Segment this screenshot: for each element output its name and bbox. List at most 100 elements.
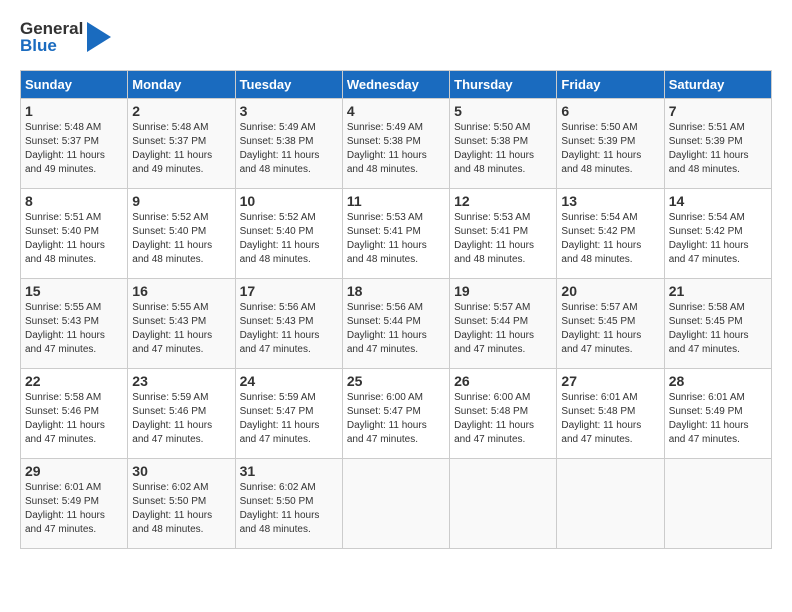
day-number: 31 bbox=[240, 463, 338, 479]
day-info: Sunrise: 5:57 AMSunset: 5:45 PMDaylight:… bbox=[561, 301, 659, 357]
week-row-5: 29 Sunrise: 6:01 AMSunset: 5:49 PMDaylig… bbox=[21, 459, 772, 549]
week-row-3: 15 Sunrise: 5:55 AMSunset: 5:43 PMDaylig… bbox=[21, 279, 772, 369]
day-info: Sunrise: 5:53 AMSunset: 5:41 PMDaylight:… bbox=[347, 211, 445, 267]
day-number: 15 bbox=[25, 283, 123, 299]
day-info: Sunrise: 5:50 AMSunset: 5:38 PMDaylight:… bbox=[454, 121, 552, 177]
day-number: 7 bbox=[669, 103, 767, 119]
calendar-cell: 23 Sunrise: 5:59 AMSunset: 5:46 PMDaylig… bbox=[128, 369, 235, 459]
day-info: Sunrise: 6:01 AMSunset: 5:49 PMDaylight:… bbox=[25, 481, 123, 537]
header-row: SundayMondayTuesdayWednesdayThursdayFrid… bbox=[21, 71, 772, 99]
day-number: 14 bbox=[669, 193, 767, 209]
calendar-cell: 18 Sunrise: 5:56 AMSunset: 5:44 PMDaylig… bbox=[342, 279, 449, 369]
calendar-cell: 30 Sunrise: 6:02 AMSunset: 5:50 PMDaylig… bbox=[128, 459, 235, 549]
day-number: 12 bbox=[454, 193, 552, 209]
calendar-cell: 19 Sunrise: 5:57 AMSunset: 5:44 PMDaylig… bbox=[450, 279, 557, 369]
logo-general-text: General bbox=[20, 20, 83, 37]
day-number: 18 bbox=[347, 283, 445, 299]
calendar-header: SundayMondayTuesdayWednesdayThursdayFrid… bbox=[21, 71, 772, 99]
calendar-cell: 27 Sunrise: 6:01 AMSunset: 5:48 PMDaylig… bbox=[557, 369, 664, 459]
day-info: Sunrise: 5:56 AMSunset: 5:43 PMDaylight:… bbox=[240, 301, 338, 357]
day-number: 22 bbox=[25, 373, 123, 389]
day-number: 4 bbox=[347, 103, 445, 119]
header-day-monday: Monday bbox=[128, 71, 235, 99]
header-day-thursday: Thursday bbox=[450, 71, 557, 99]
calendar-cell: 24 Sunrise: 5:59 AMSunset: 5:47 PMDaylig… bbox=[235, 369, 342, 459]
day-info: Sunrise: 6:00 AMSunset: 5:48 PMDaylight:… bbox=[454, 391, 552, 447]
day-number: 28 bbox=[669, 373, 767, 389]
week-row-4: 22 Sunrise: 5:58 AMSunset: 5:46 PMDaylig… bbox=[21, 369, 772, 459]
calendar-cell: 29 Sunrise: 6:01 AMSunset: 5:49 PMDaylig… bbox=[21, 459, 128, 549]
day-number: 11 bbox=[347, 193, 445, 209]
calendar-cell: 14 Sunrise: 5:54 AMSunset: 5:42 PMDaylig… bbox=[664, 189, 771, 279]
calendar-cell: 3 Sunrise: 5:49 AMSunset: 5:38 PMDayligh… bbox=[235, 99, 342, 189]
day-info: Sunrise: 5:54 AMSunset: 5:42 PMDaylight:… bbox=[669, 211, 767, 267]
calendar-cell: 26 Sunrise: 6:00 AMSunset: 5:48 PMDaylig… bbox=[450, 369, 557, 459]
day-number: 5 bbox=[454, 103, 552, 119]
calendar-cell: 6 Sunrise: 5:50 AMSunset: 5:39 PMDayligh… bbox=[557, 99, 664, 189]
day-info: Sunrise: 5:58 AMSunset: 5:45 PMDaylight:… bbox=[669, 301, 767, 357]
day-info: Sunrise: 5:55 AMSunset: 5:43 PMDaylight:… bbox=[132, 301, 230, 357]
calendar-cell: 16 Sunrise: 5:55 AMSunset: 5:43 PMDaylig… bbox=[128, 279, 235, 369]
calendar-cell bbox=[557, 459, 664, 549]
header: General Blue bbox=[20, 20, 772, 54]
calendar-cell: 12 Sunrise: 5:53 AMSunset: 5:41 PMDaylig… bbox=[450, 189, 557, 279]
header-day-saturday: Saturday bbox=[664, 71, 771, 99]
day-info: Sunrise: 5:51 AMSunset: 5:40 PMDaylight:… bbox=[25, 211, 123, 267]
day-info: Sunrise: 5:49 AMSunset: 5:38 PMDaylight:… bbox=[347, 121, 445, 177]
week-row-1: 1 Sunrise: 5:48 AMSunset: 5:37 PMDayligh… bbox=[21, 99, 772, 189]
day-number: 8 bbox=[25, 193, 123, 209]
day-info: Sunrise: 5:51 AMSunset: 5:39 PMDaylight:… bbox=[669, 121, 767, 177]
calendar-cell: 4 Sunrise: 5:49 AMSunset: 5:38 PMDayligh… bbox=[342, 99, 449, 189]
calendar-cell bbox=[450, 459, 557, 549]
day-info: Sunrise: 6:01 AMSunset: 5:48 PMDaylight:… bbox=[561, 391, 659, 447]
day-info: Sunrise: 5:56 AMSunset: 5:44 PMDaylight:… bbox=[347, 301, 445, 357]
calendar-cell: 10 Sunrise: 5:52 AMSunset: 5:40 PMDaylig… bbox=[235, 189, 342, 279]
day-number: 27 bbox=[561, 373, 659, 389]
day-number: 9 bbox=[132, 193, 230, 209]
day-info: Sunrise: 5:48 AMSunset: 5:37 PMDaylight:… bbox=[25, 121, 123, 177]
logo: General Blue bbox=[20, 20, 111, 54]
header-day-tuesday: Tuesday bbox=[235, 71, 342, 99]
day-number: 13 bbox=[561, 193, 659, 209]
day-number: 29 bbox=[25, 463, 123, 479]
calendar-cell: 22 Sunrise: 5:58 AMSunset: 5:46 PMDaylig… bbox=[21, 369, 128, 459]
calendar-cell: 31 Sunrise: 6:02 AMSunset: 5:50 PMDaylig… bbox=[235, 459, 342, 549]
calendar-cell: 1 Sunrise: 5:48 AMSunset: 5:37 PMDayligh… bbox=[21, 99, 128, 189]
day-info: Sunrise: 5:50 AMSunset: 5:39 PMDaylight:… bbox=[561, 121, 659, 177]
calendar-cell: 28 Sunrise: 6:01 AMSunset: 5:49 PMDaylig… bbox=[664, 369, 771, 459]
header-day-wednesday: Wednesday bbox=[342, 71, 449, 99]
day-number: 10 bbox=[240, 193, 338, 209]
day-number: 23 bbox=[132, 373, 230, 389]
day-info: Sunrise: 5:59 AMSunset: 5:47 PMDaylight:… bbox=[240, 391, 338, 447]
day-number: 26 bbox=[454, 373, 552, 389]
day-info: Sunrise: 5:59 AMSunset: 5:46 PMDaylight:… bbox=[132, 391, 230, 447]
logo-blue-text: Blue bbox=[20, 37, 83, 54]
day-number: 6 bbox=[561, 103, 659, 119]
calendar-cell: 13 Sunrise: 5:54 AMSunset: 5:42 PMDaylig… bbox=[557, 189, 664, 279]
calendar-cell bbox=[664, 459, 771, 549]
day-info: Sunrise: 5:53 AMSunset: 5:41 PMDaylight:… bbox=[454, 211, 552, 267]
calendar-cell: 7 Sunrise: 5:51 AMSunset: 5:39 PMDayligh… bbox=[664, 99, 771, 189]
day-number: 16 bbox=[132, 283, 230, 299]
logo-arrow-icon bbox=[87, 22, 111, 52]
header-day-sunday: Sunday bbox=[21, 71, 128, 99]
calendar-cell: 11 Sunrise: 5:53 AMSunset: 5:41 PMDaylig… bbox=[342, 189, 449, 279]
calendar-cell: 21 Sunrise: 5:58 AMSunset: 5:45 PMDaylig… bbox=[664, 279, 771, 369]
calendar-cell: 2 Sunrise: 5:48 AMSunset: 5:37 PMDayligh… bbox=[128, 99, 235, 189]
day-info: Sunrise: 6:01 AMSunset: 5:49 PMDaylight:… bbox=[669, 391, 767, 447]
calendar-body: 1 Sunrise: 5:48 AMSunset: 5:37 PMDayligh… bbox=[21, 99, 772, 549]
day-info: Sunrise: 6:00 AMSunset: 5:47 PMDaylight:… bbox=[347, 391, 445, 447]
day-info: Sunrise: 5:48 AMSunset: 5:37 PMDaylight:… bbox=[132, 121, 230, 177]
day-number: 21 bbox=[669, 283, 767, 299]
day-number: 1 bbox=[25, 103, 123, 119]
day-info: Sunrise: 5:54 AMSunset: 5:42 PMDaylight:… bbox=[561, 211, 659, 267]
day-info: Sunrise: 5:49 AMSunset: 5:38 PMDaylight:… bbox=[240, 121, 338, 177]
day-info: Sunrise: 6:02 AMSunset: 5:50 PMDaylight:… bbox=[240, 481, 338, 537]
calendar-cell: 25 Sunrise: 6:00 AMSunset: 5:47 PMDaylig… bbox=[342, 369, 449, 459]
calendar-cell: 15 Sunrise: 5:55 AMSunset: 5:43 PMDaylig… bbox=[21, 279, 128, 369]
header-day-friday: Friday bbox=[557, 71, 664, 99]
day-info: Sunrise: 5:57 AMSunset: 5:44 PMDaylight:… bbox=[454, 301, 552, 357]
calendar-cell: 9 Sunrise: 5:52 AMSunset: 5:40 PMDayligh… bbox=[128, 189, 235, 279]
day-info: Sunrise: 5:58 AMSunset: 5:46 PMDaylight:… bbox=[25, 391, 123, 447]
day-number: 25 bbox=[347, 373, 445, 389]
